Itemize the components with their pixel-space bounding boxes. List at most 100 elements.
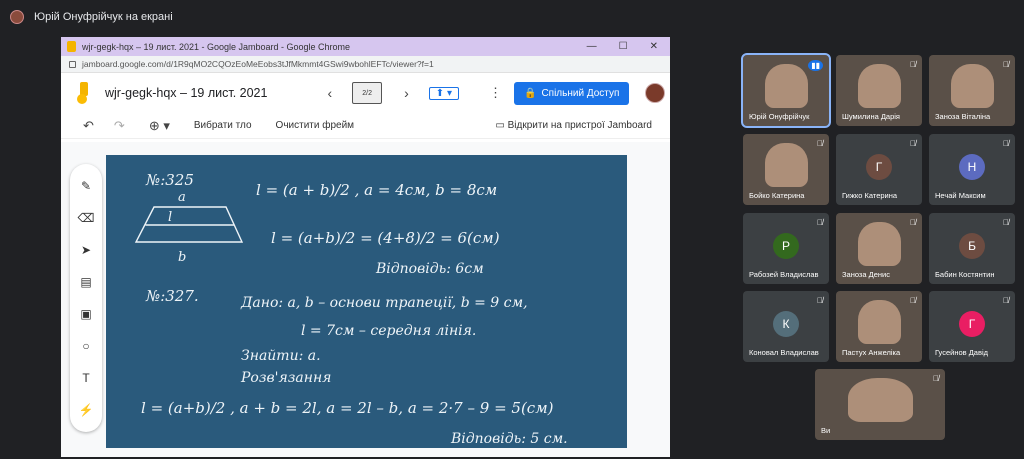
participant-tile[interactable]: 🎙̸ Пастух Анжеліка [836,291,922,362]
frame-indicator[interactable]: 2/2 [352,82,383,104]
participant-name: Заноза Віталіна [935,112,991,121]
participant-name: Юрій Онуфрійчук [749,112,810,121]
share-button[interactable]: 🔒 Спільний Доступ [513,81,630,105]
present-icon[interactable]: ⬆ ▾ [428,86,459,100]
participant-video [764,63,808,108]
participant-tile[interactable]: Р 🎙̸ Рабозей Владислав [743,213,829,284]
p325-formula: l = (a + b)/2 , a = 4см, b = 8см [256,181,497,199]
drawing-tools: ✎ ⌫ ➤ ▤ ▣ ○ T ⚡ [70,164,102,432]
participant-video [847,377,913,422]
text-box-icon[interactable]: T [82,371,89,385]
browser-title: wjr-gegk-hqx – 19 лист. 2021 - Google Ja… [82,41,351,52]
jam-title[interactable]: wjr-gegk-hqx – 19 лист. 2021 [105,86,267,100]
speaking-indicator-icon: ▮▮ [808,60,823,71]
participant-initial-avatar: Б [959,232,985,259]
eraser-icon[interactable]: ⌫ [78,211,95,225]
undo-icon[interactable]: ↶ [83,118,94,134]
p327-eq: l = (a+b)/2 , a + b = 2l, a = 2l – b, a … [141,399,554,417]
participant-name: Шумилина Дарія [842,112,900,121]
participant-tile[interactable]: Б 🎙̸ Бабин Костянтин [929,213,1015,284]
participant-name: Ви [821,426,831,435]
participant-tile[interactable]: 🎙̸ Ви [815,369,945,440]
cast-icon: ▭ [495,120,505,131]
p325-l: l [168,210,172,225]
handwriting-canvas: №:325 a l b l = (a + b)/2 , a = 4см, b =… [134,171,568,447]
participant-tile[interactable]: Г 🎙̸ Гусейнов Давід [929,291,1015,362]
mic-off-icon: 🎙̸ [817,218,823,227]
open-on-device-button[interactable]: ▭ Відкрити на пристрої Jamboard [495,120,652,131]
mic-off-icon: 🎙̸ [933,374,939,383]
participant-tile[interactable]: 🎙̸ Шумилина Дарія [836,55,922,126]
participant-name: Бойко Катерина [749,191,805,200]
participant-tile[interactable]: 🎙̸ Заноза Денис [836,213,922,284]
mic-off-icon: 🎙̸ [910,60,916,69]
address-bar[interactable]: jamboard.google.com/d/1R9qMO2CQOzEoMeEob… [61,56,670,73]
circle-icon[interactable]: ○ [82,339,89,353]
participant-name: Нечай Максим [935,191,986,200]
image-icon[interactable]: ▣ [80,307,91,321]
maximize-icon[interactable]: ☐ [619,41,628,52]
whiteboard-frame[interactable]: №:325 a l b l = (a + b)/2 , a = 4см, b =… [106,155,627,448]
sticky-note-icon[interactable]: ▤ [80,275,91,289]
mic-off-icon: 🎙̸ [817,296,823,305]
close-icon[interactable]: ✕ [650,41,658,52]
participant-tile[interactable]: К 🎙̸ Коновал Владислав [743,291,829,362]
p327-given1: Дано: a, b – основи трапеції, b = 9 см, [240,295,528,311]
mic-off-icon: 🎙̸ [1003,60,1009,69]
participant-video [857,221,901,266]
mic-off-icon: 🎙̸ [910,139,916,148]
participant-name: Заноза Денис [842,270,890,279]
participant-initial-avatar: Г [959,310,985,337]
p327-given2: l = 7см – середня лінія. [301,323,476,339]
p327-answer: Відповідь: 5 см. [450,431,568,447]
jamboard-logo[interactable] [77,82,91,104]
mic-off-icon: 🎙̸ [910,296,916,305]
participant-tile[interactable]: Г 🎙̸ Гижко Катерина [836,134,922,205]
prev-frame-icon[interactable]: ‹ [327,85,332,101]
p325-a: a [178,190,186,205]
lock-icon [69,60,76,68]
participant-tile[interactable]: 🎙̸ Заноза Віталіна [929,55,1015,126]
participant-name: Пастух Анжеліка [842,348,901,357]
zoom-icon[interactable]: ⊕ ▾ [149,118,170,134]
minimize-icon[interactable]: — [587,41,597,52]
jamboard-app-icon [67,41,76,52]
p327-label: №:327. [145,287,199,305]
select-arrow-icon[interactable]: ➤ [81,243,91,257]
clear-frame-button[interactable]: Очистити фрейм [276,120,355,131]
mic-off-icon: 🎙̸ [910,218,916,227]
p327-find: Знайти: a. [241,348,321,364]
presenter-avatar [10,10,24,24]
next-frame-icon[interactable]: › [404,85,409,101]
participant-tile[interactable]: Н 🎙̸ Нечай Максим [929,134,1015,205]
more-options-icon[interactable]: ⋮ [489,85,502,101]
redo-icon[interactable]: ↷ [114,118,125,134]
url-text: jamboard.google.com/d/1R9qMO2CQOzEoMeEob… [82,59,434,69]
participant-name: Гижко Катерина [842,191,898,200]
participant-video [950,63,994,108]
mic-off-icon: 🎙̸ [1003,139,1009,148]
laser-icon[interactable]: ⚡ [79,403,94,417]
pen-icon[interactable]: ✎ [81,179,91,193]
participant-name: Рабозей Владислав [749,270,819,279]
p325-eq2: l = (a+b)/2 = (4+8)/2 = 6(см) [271,229,500,247]
participant-video [857,63,901,108]
participant-video [857,299,901,344]
browser-titlebar: wjr-gegk-hqx – 19 лист. 2021 - Google Ja… [61,37,670,56]
canvas-area: ✎ ⌫ ➤ ▤ ▣ ○ T ⚡ №:325 a l b l = (a + b)/… [61,142,670,457]
shared-browser-window: wjr-gegk-hqx – 19 лист. 2021 - Google Ja… [61,37,670,457]
mic-off-icon: 🎙̸ [817,139,823,148]
jamboard-toolbar: ↶ ↷ ⊕ ▾ Вибрати тло Очистити фрейм ▭ Від… [61,113,670,139]
mic-off-icon: 🎙̸ [1003,218,1009,227]
lock-share-icon: 🔒 [523,87,537,99]
participant-initial-avatar: Н [959,153,985,180]
account-avatar[interactable] [645,83,666,103]
participant-tile[interactable]: ▮▮ Юрій Онуфрійчук [741,53,831,128]
share-label: Спільний Доступ [541,87,620,99]
participant-initial-avatar: Р [773,232,799,259]
p325-b: b [178,250,186,265]
presenting-text: Юрій Онуфрійчук на екрані [34,11,173,23]
participant-tile[interactable]: 🎙̸ Бойко Катерина [743,134,829,205]
participant-name: Коновал Владислав [749,348,819,357]
select-background-button[interactable]: Вибрати тло [194,120,252,131]
